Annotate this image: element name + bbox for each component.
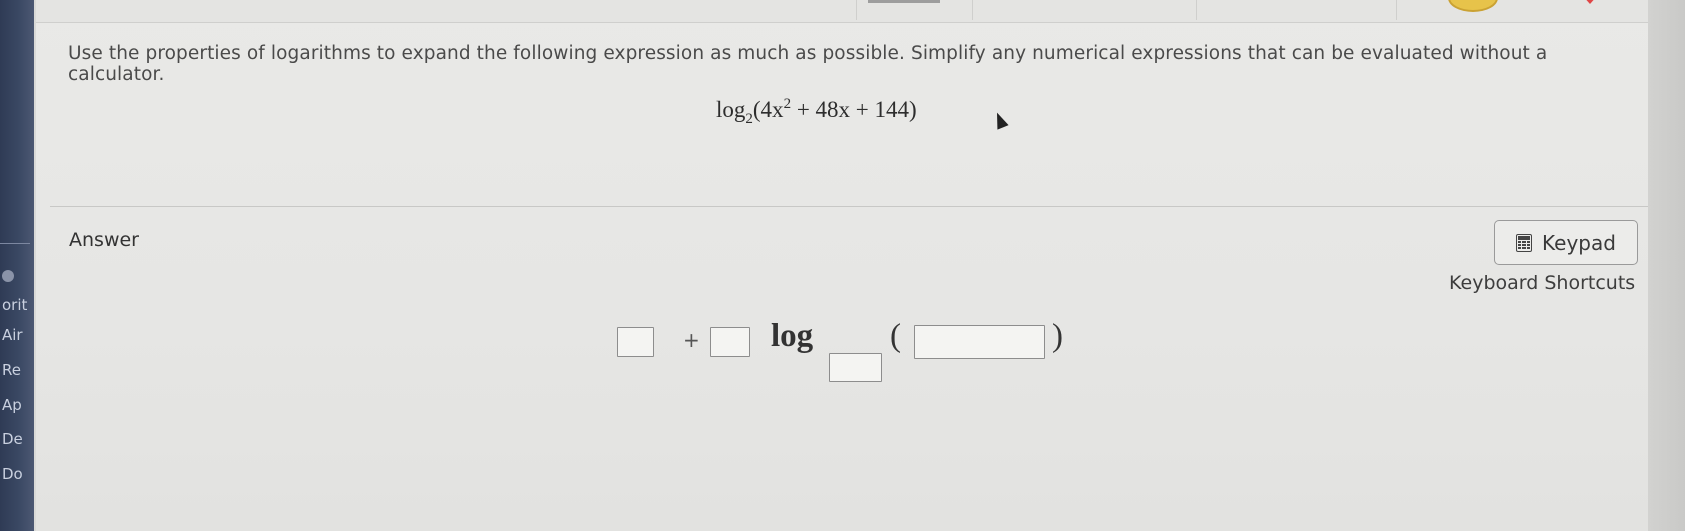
close-parenthesis: ) xyxy=(1052,318,1063,354)
plus-sign: + xyxy=(683,328,700,352)
coefficient-input-box[interactable] xyxy=(710,327,750,357)
constant-input-box[interactable] xyxy=(617,327,654,357)
log-base-input-box[interactable] xyxy=(829,353,882,382)
open-parenthesis: ( xyxy=(890,318,901,354)
log-label: log xyxy=(771,318,814,354)
answer-template: + log ( ) xyxy=(0,0,1685,531)
log-argument-input-box[interactable] xyxy=(914,325,1045,359)
